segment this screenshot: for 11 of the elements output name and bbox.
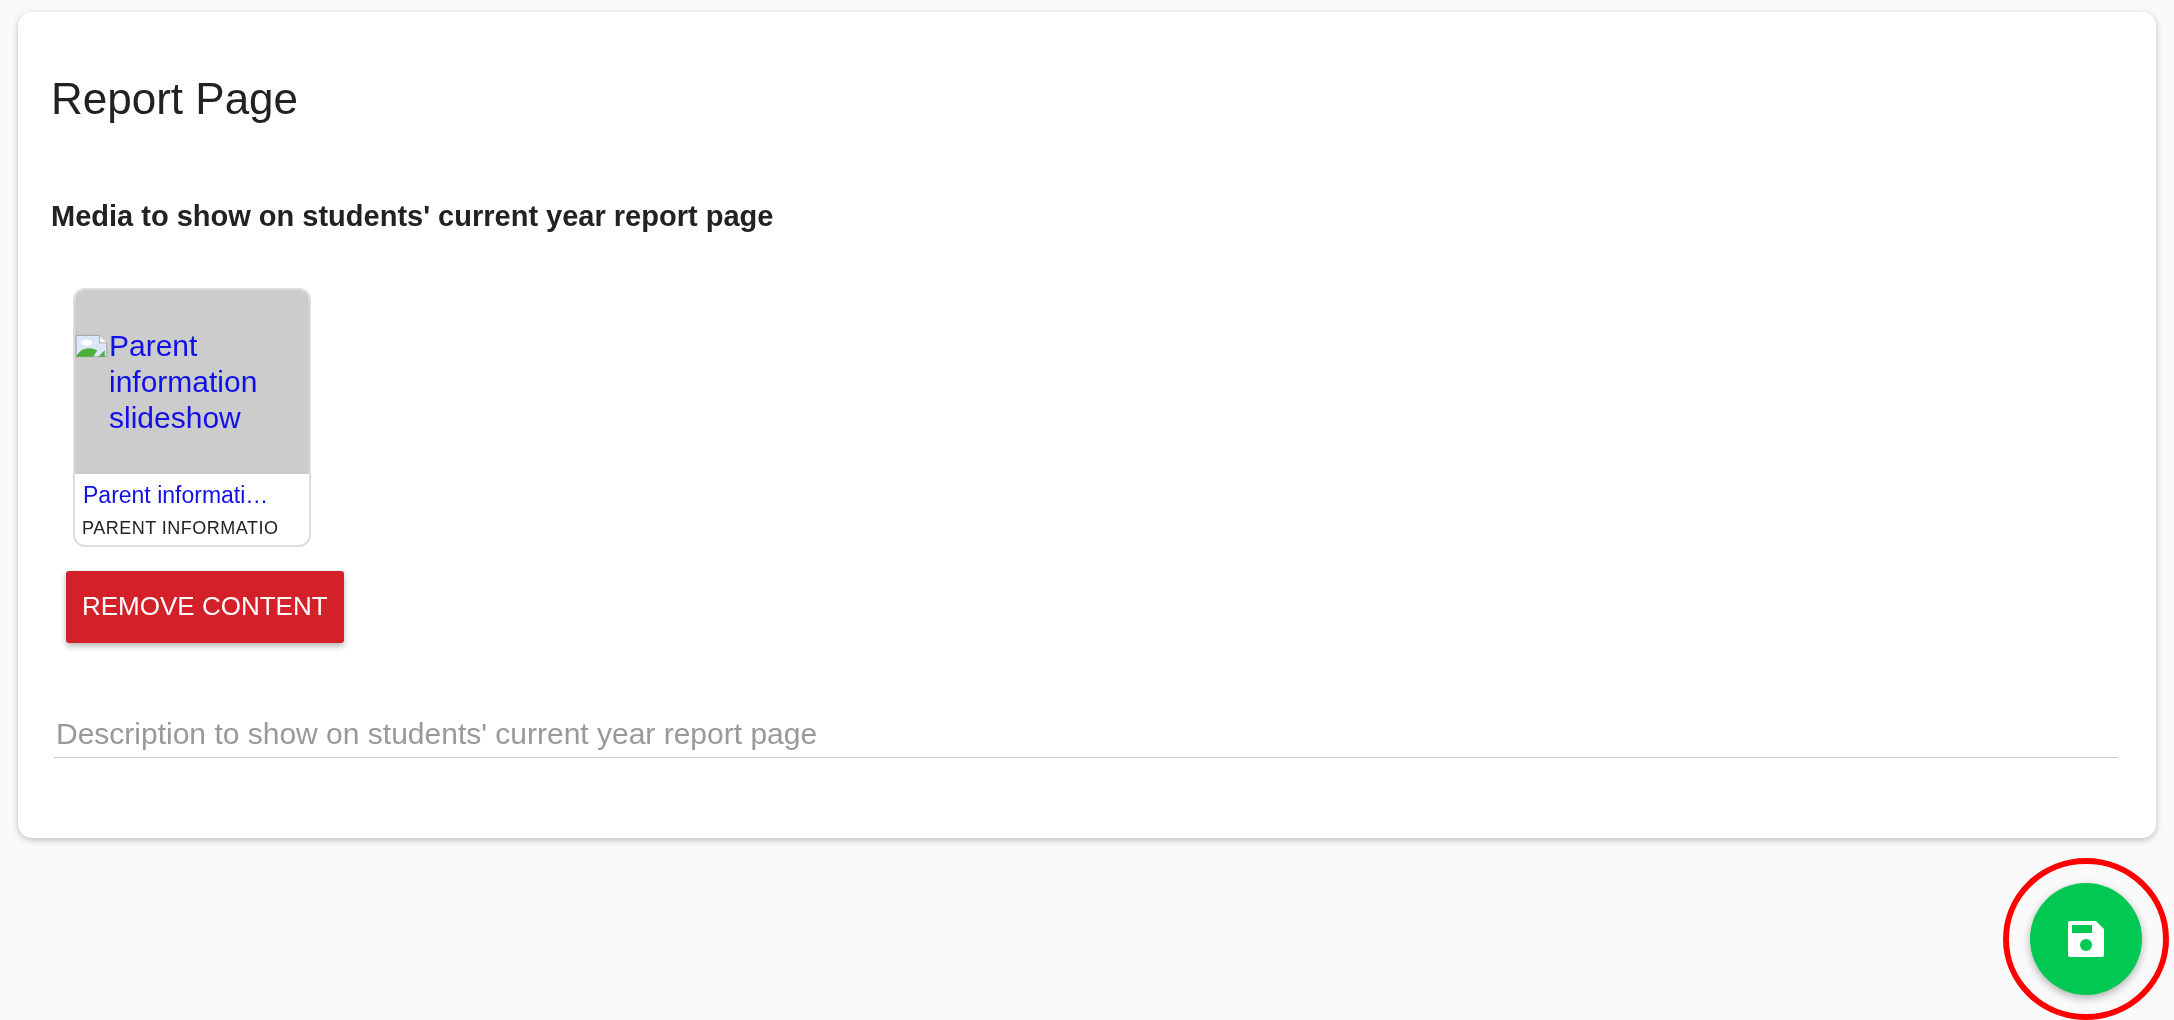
page-title: Report Page (51, 73, 299, 125)
section-heading: Media to show on students' current year report page (51, 198, 774, 234)
save-button[interactable] (2030, 883, 2142, 995)
media-type: PARENT INFORMATIO (82, 517, 280, 539)
media-card[interactable]: Parent information slideshow Parent informati… PARENT INFORMATIO (73, 287, 311, 547)
save-icon (2068, 921, 2104, 957)
remove-content-button[interactable]: REMOVE CONTENT (66, 570, 344, 643)
description-field[interactable]: Description to show on students' current year report page (54, 716, 2118, 758)
image-alt-text: Parent information slideshow (109, 327, 259, 436)
media-title[interactable]: Parent informati… (83, 481, 309, 509)
broken-image-icon (75, 333, 109, 358)
